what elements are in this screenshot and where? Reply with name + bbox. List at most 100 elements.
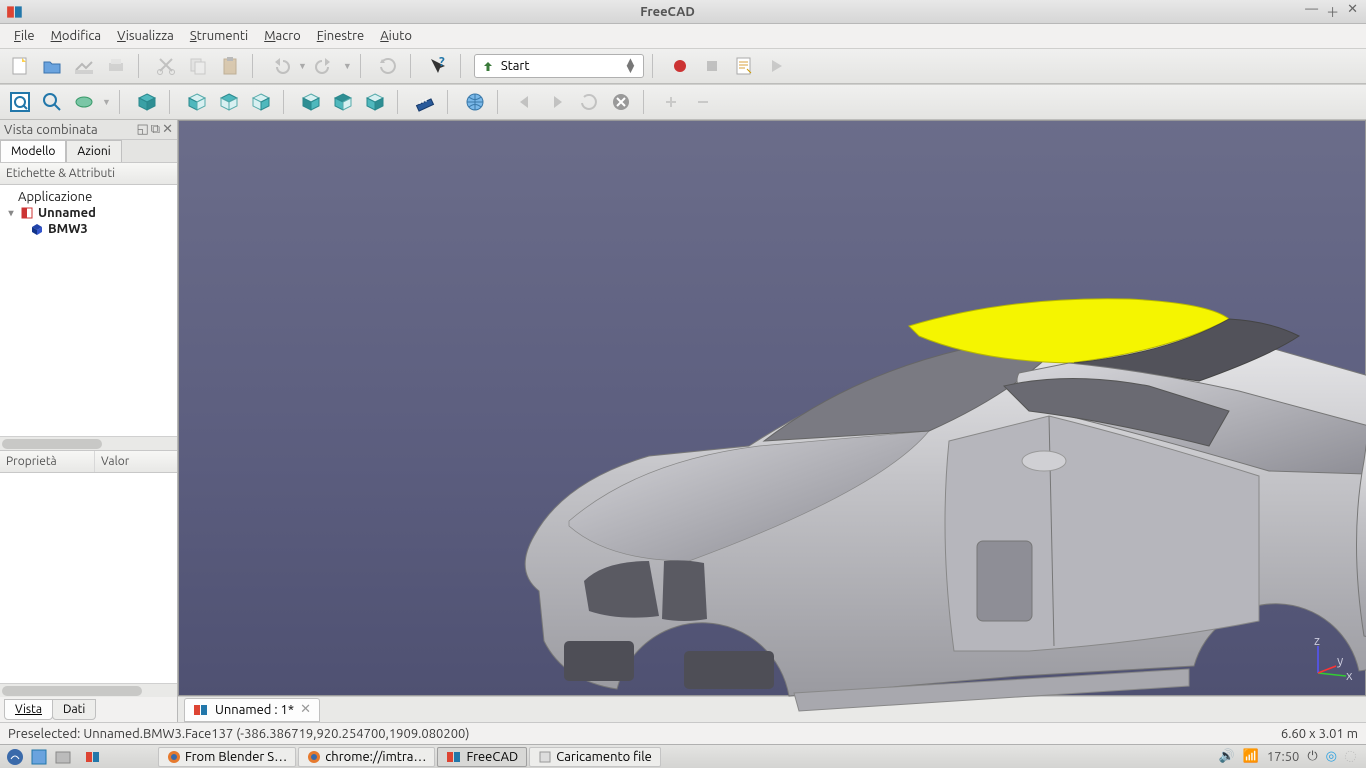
draw-style-dropdown-icon[interactable]: ▼ bbox=[102, 97, 111, 107]
start-menu-button[interactable] bbox=[4, 747, 26, 767]
close-button[interactable]: ✕ bbox=[1347, 2, 1358, 21]
props-h-scrollbar[interactable] bbox=[0, 683, 177, 697]
print-button[interactable] bbox=[102, 52, 130, 80]
panel-header: Vista combinata ◱ ⧉ ✕ bbox=[0, 120, 177, 140]
status-message: Preselected: Unnamed.BMW3.Face137 (-386.… bbox=[8, 727, 469, 741]
toolbar-file: ▼ ▼ ? Start ▲▼ bbox=[0, 48, 1366, 84]
menu-view[interactable]: Visualizza bbox=[111, 27, 180, 45]
workbench-label: Start bbox=[501, 59, 530, 73]
svg-text:?: ? bbox=[439, 55, 445, 69]
panel-float-button[interactable]: ◱ bbox=[137, 122, 149, 137]
macro-stop-button[interactable] bbox=[698, 52, 726, 80]
macro-play-button[interactable] bbox=[762, 52, 790, 80]
macro-list-button[interactable] bbox=[730, 52, 758, 80]
tab-view[interactable]: Vista bbox=[4, 699, 53, 720]
panel-tabs: Modello Azioni bbox=[0, 140, 177, 163]
freecad-launcher-button[interactable] bbox=[82, 747, 104, 767]
nav-forward-button[interactable] bbox=[543, 88, 571, 116]
menu-tools[interactable]: Strumenti bbox=[184, 27, 254, 45]
undo-button[interactable] bbox=[266, 52, 294, 80]
axis-indicator: z x y bbox=[1308, 638, 1353, 683]
maximize-button[interactable]: ＋ bbox=[1326, 2, 1339, 21]
undo-dropdown-icon[interactable]: ▼ bbox=[298, 61, 307, 71]
view-rear-button[interactable] bbox=[297, 88, 325, 116]
nav-stop-button[interactable] bbox=[607, 88, 635, 116]
panel-detach-button[interactable]: ⧉ bbox=[151, 122, 160, 137]
copy-button[interactable] bbox=[184, 52, 212, 80]
new-button[interactable] bbox=[6, 52, 34, 80]
property-tabs: Vista Dati bbox=[0, 697, 177, 722]
volume-icon[interactable]: 🔊 bbox=[1218, 749, 1234, 764]
close-icon[interactable]: ✕ bbox=[300, 702, 311, 717]
save-button[interactable] bbox=[70, 52, 98, 80]
menu-windows[interactable]: Finestre bbox=[311, 27, 370, 45]
tree-root[interactable]: Applicazione bbox=[2, 189, 175, 205]
window-title: FreeCAD bbox=[30, 5, 1305, 19]
menu-macro[interactable]: Macro bbox=[258, 27, 307, 45]
document-tab-unnamed[interactable]: Unnamed : 1* ✕ bbox=[184, 698, 320, 722]
web-button[interactable] bbox=[461, 88, 489, 116]
view-isometric-button[interactable] bbox=[133, 88, 161, 116]
show-desktop-button[interactable] bbox=[28, 747, 50, 767]
macro-record-button[interactable] bbox=[666, 52, 694, 80]
props-header: Proprietà Valor bbox=[0, 450, 177, 473]
cut-button[interactable] bbox=[152, 52, 180, 80]
view-right-button[interactable] bbox=[247, 88, 275, 116]
paste-button[interactable] bbox=[216, 52, 244, 80]
whats-this-button[interactable]: ? bbox=[424, 52, 452, 80]
menu-bar: File Modifica Visualizza Strumenti Macro… bbox=[0, 24, 1366, 48]
window-titlebar: FreeCAD — ＋ ✕ bbox=[0, 0, 1366, 24]
property-list[interactable] bbox=[0, 473, 177, 683]
nav-back-button[interactable] bbox=[511, 88, 539, 116]
document-tab-label: Unnamed : 1* bbox=[215, 703, 294, 717]
view-top-button[interactable] bbox=[215, 88, 243, 116]
app-icon bbox=[6, 3, 24, 21]
power-icon[interactable]: ⏻ bbox=[1307, 749, 1317, 764]
toolbar-view: ▼ bbox=[0, 84, 1366, 120]
panel-close-button[interactable]: ✕ bbox=[162, 122, 173, 137]
redo-dropdown-icon[interactable]: ▼ bbox=[343, 61, 352, 71]
view-bottom-button[interactable] bbox=[329, 88, 357, 116]
activity-icon[interactable]: ◌ bbox=[1345, 750, 1356, 764]
clock[interactable]: 17:50 bbox=[1267, 750, 1300, 764]
open-button[interactable] bbox=[38, 52, 66, 80]
model-tree[interactable]: Applicazione ▾ Unnamed BMW3 bbox=[0, 185, 177, 436]
svg-text:y: y bbox=[1337, 654, 1343, 668]
zoom-in-button[interactable] bbox=[657, 88, 685, 116]
redo-button[interactable] bbox=[311, 52, 339, 80]
menu-edit[interactable]: Modifica bbox=[45, 27, 107, 45]
view-front-button[interactable] bbox=[183, 88, 211, 116]
taskbar-item-firefox2[interactable]: chrome://imtra… bbox=[298, 747, 435, 767]
menu-file[interactable]: File bbox=[8, 27, 41, 45]
tab-actions[interactable]: Azioni bbox=[66, 140, 121, 162]
draw-style-button[interactable] bbox=[70, 88, 98, 116]
nav-refresh-button[interactable] bbox=[575, 88, 603, 116]
tree-header: Etichette & Attributi bbox=[0, 163, 177, 185]
tree-document[interactable]: ▾ Unnamed bbox=[2, 205, 175, 221]
svg-text:x: x bbox=[1346, 669, 1353, 683]
tab-data[interactable]: Dati bbox=[52, 699, 96, 720]
svg-text:z: z bbox=[1314, 638, 1320, 648]
file-manager-button[interactable] bbox=[52, 747, 74, 767]
combo-view-panel: Vista combinata ◱ ⧉ ✕ Modello Azioni Eti… bbox=[0, 120, 178, 722]
tree-item-bmw3[interactable]: BMW3 bbox=[2, 221, 175, 237]
tree-h-scrollbar[interactable] bbox=[0, 436, 177, 450]
fit-selection-button[interactable] bbox=[38, 88, 66, 116]
system-tray: 🔊 📶 17:50 ⏻ ◎ ◌ bbox=[1218, 749, 1362, 764]
measure-button[interactable] bbox=[411, 88, 439, 116]
model-bmw3 bbox=[509, 281, 1366, 751]
wifi-icon[interactable]: 📶 bbox=[1243, 749, 1259, 764]
telegram-icon[interactable]: ◎ bbox=[1326, 749, 1337, 764]
minimize-button[interactable]: — bbox=[1305, 2, 1318, 21]
taskbar-item-firefox1[interactable]: From Blender S… bbox=[158, 747, 296, 767]
tab-model[interactable]: Modello bbox=[0, 140, 66, 162]
workbench-selector[interactable]: Start ▲▼ bbox=[474, 54, 644, 78]
view-left-button[interactable] bbox=[361, 88, 389, 116]
fit-all-button[interactable] bbox=[6, 88, 34, 116]
zoom-out-button[interactable] bbox=[689, 88, 717, 116]
menu-help[interactable]: Aiuto bbox=[374, 27, 418, 45]
3d-viewport[interactable]: z x y bbox=[178, 120, 1366, 696]
props-col-value: Valor bbox=[95, 451, 135, 472]
refresh-button[interactable] bbox=[374, 52, 402, 80]
props-col-property: Proprietà bbox=[0, 451, 95, 472]
